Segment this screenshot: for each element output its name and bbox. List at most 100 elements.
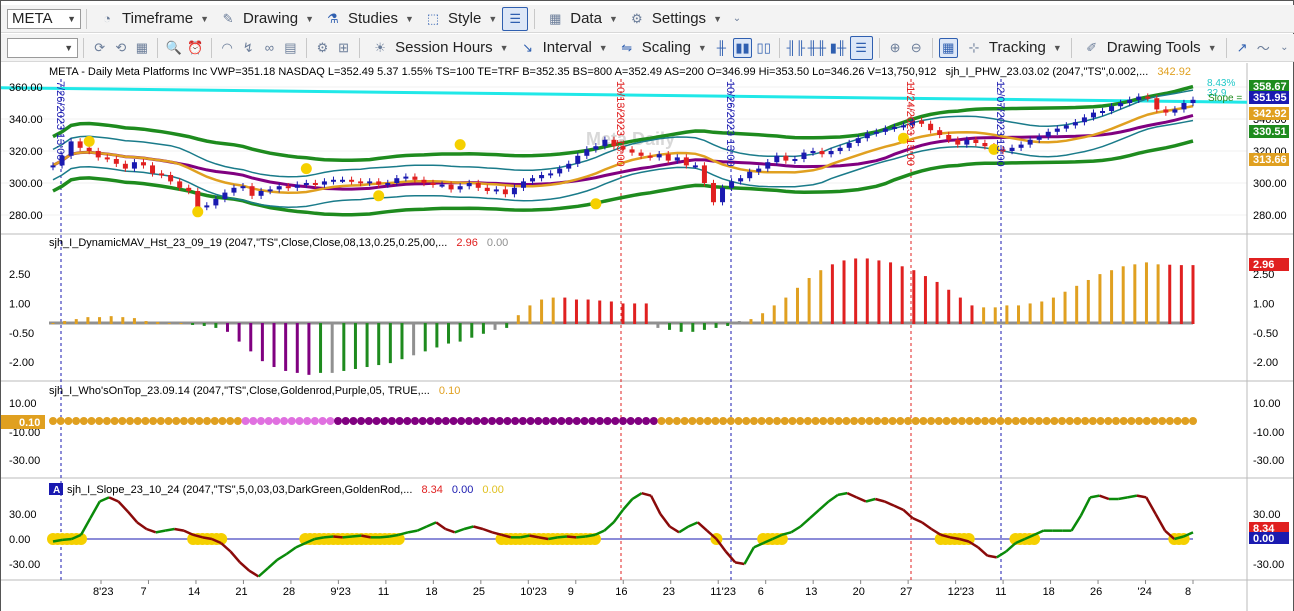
histogram-bar[interactable] — [191, 323, 195, 325]
candle-body[interactable] — [665, 154, 671, 161]
candle-body[interactable] — [1027, 139, 1033, 145]
candle-body[interactable] — [557, 168, 563, 174]
histogram-bar[interactable] — [656, 323, 660, 328]
candle-body[interactable] — [674, 157, 680, 161]
candle-body[interactable] — [530, 178, 536, 182]
candle-body[interactable] — [186, 187, 192, 191]
candle-body[interactable] — [846, 143, 852, 148]
histogram-bar[interactable] — [609, 301, 613, 324]
candle-body[interactable] — [1081, 117, 1087, 123]
histogram-bar[interactable] — [1156, 264, 1160, 324]
candle-body[interactable] — [1100, 111, 1106, 113]
candle-body[interactable] — [783, 155, 789, 161]
candle-body[interactable] — [1036, 136, 1042, 140]
candle-body[interactable] — [1136, 96, 1142, 100]
candle-body[interactable] — [629, 149, 635, 153]
candle-body[interactable] — [240, 186, 246, 189]
candle-body[interactable] — [312, 183, 318, 185]
candle-body[interactable] — [140, 162, 146, 166]
histogram-bar[interactable] — [958, 297, 962, 324]
style-menu[interactable]: ⬚ Style ▼ — [418, 9, 501, 29]
candle-body[interactable] — [756, 168, 762, 172]
candle-body[interactable] — [439, 184, 445, 187]
candle-body[interactable] — [131, 162, 137, 169]
histogram-bar[interactable] — [1144, 262, 1148, 324]
histogram-bar[interactable] — [342, 323, 346, 371]
candle-body[interactable] — [502, 189, 508, 195]
candle-body[interactable] — [1127, 99, 1133, 103]
magnifier-icon[interactable]: 🔍 — [164, 38, 183, 58]
histogram-bar[interactable] — [353, 323, 357, 369]
expand-bars-icon[interactable]: ▮╫ — [828, 38, 847, 58]
candle-body[interactable] — [566, 163, 572, 169]
drawing-menu[interactable]: ✎ Drawing ▼ — [213, 9, 318, 29]
histogram-bar[interactable] — [435, 323, 439, 348]
histogram-bar[interactable] — [574, 299, 578, 324]
candle-body[interactable] — [638, 152, 644, 156]
histogram-bar[interactable] — [98, 317, 102, 324]
histogram-bar[interactable] — [447, 323, 451, 344]
histogram-bar[interactable] — [249, 323, 253, 352]
candle-body[interactable] — [1090, 112, 1096, 118]
candle-body[interactable] — [177, 181, 183, 188]
histogram-bar[interactable] — [633, 303, 637, 324]
histogram-bar[interactable] — [377, 323, 381, 366]
histogram-bar[interactable] — [156, 322, 160, 324]
histogram-bar[interactable] — [807, 278, 811, 324]
candle-body[interactable] — [864, 133, 870, 139]
candle-body[interactable] — [891, 127, 897, 129]
refresh-all-icon[interactable]: ⟲ — [111, 38, 130, 58]
histogram-bar[interactable] — [237, 323, 241, 342]
histogram-bar[interactable] — [1098, 274, 1102, 324]
histogram-bar[interactable] — [493, 323, 497, 330]
candle-body[interactable] — [466, 183, 472, 187]
histogram-bar[interactable] — [563, 297, 567, 324]
candle-body[interactable] — [1054, 128, 1060, 132]
candle-body[interactable] — [810, 151, 816, 153]
histogram-bar[interactable] — [679, 323, 683, 332]
histogram-bar[interactable] — [412, 323, 416, 356]
candle-body[interactable] — [195, 191, 201, 207]
candle-body[interactable] — [720, 187, 726, 203]
histogram-bar[interactable] — [702, 323, 706, 330]
histogram-bar[interactable] — [935, 281, 939, 324]
candle-body[interactable] — [511, 187, 517, 195]
histogram-bar[interactable] — [1133, 264, 1137, 324]
candle-body[interactable] — [1190, 99, 1196, 103]
histogram-bar[interactable] — [691, 323, 695, 332]
histogram-bar[interactable] — [889, 262, 893, 324]
histogram-bar[interactable] — [900, 266, 904, 324]
candle-body[interactable] — [367, 181, 373, 184]
candle-body[interactable] — [267, 189, 273, 192]
candle-body[interactable] — [946, 135, 952, 140]
histogram-bar[interactable] — [551, 297, 555, 324]
candle-body[interactable] — [448, 184, 454, 190]
histogram-bar[interactable] — [1005, 305, 1009, 324]
candle-body[interactable] — [855, 138, 861, 143]
histogram-bar[interactable] — [586, 299, 590, 324]
candle-body[interactable] — [1063, 125, 1069, 129]
histogram-bar[interactable] — [1179, 265, 1183, 324]
candle-body[interactable] — [964, 139, 970, 145]
candle-body[interactable] — [68, 141, 74, 156]
candle-body[interactable] — [873, 131, 879, 134]
candle-body[interactable] — [1109, 106, 1115, 111]
candle-body[interactable] — [819, 151, 825, 155]
candle-body[interactable] — [204, 205, 210, 208]
histogram-bar[interactable] — [1075, 285, 1079, 324]
histogram-bar[interactable] — [795, 287, 799, 324]
candle-body[interactable] — [1181, 103, 1187, 110]
candle-body[interactable] — [321, 181, 327, 185]
chart-combo[interactable]: ▼ — [7, 37, 79, 58]
candle-body[interactable] — [484, 187, 490, 191]
candle-body[interactable] — [710, 183, 716, 203]
panes-toggle-icon[interactable]: ☰ — [502, 6, 529, 31]
candle-body[interactable] — [584, 149, 590, 156]
candle-body[interactable] — [882, 128, 888, 132]
histogram-bar[interactable] — [528, 305, 532, 324]
candle-body[interactable] — [1072, 122, 1078, 126]
histogram-bar[interactable] — [1040, 301, 1044, 324]
candle-body[interactable] — [1163, 109, 1169, 113]
candle-body[interactable] — [602, 139, 608, 147]
candle-body[interactable] — [412, 176, 418, 180]
